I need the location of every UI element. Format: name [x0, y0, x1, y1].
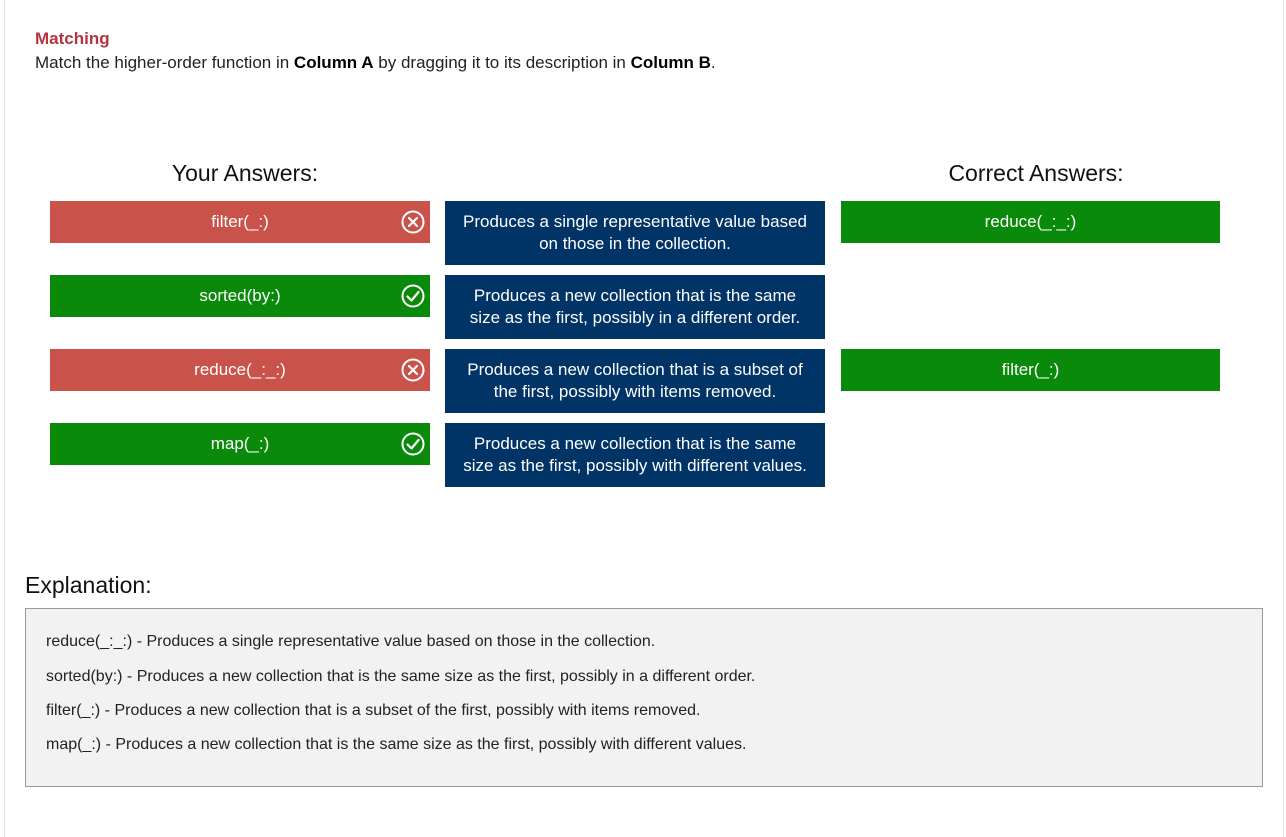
correct-answer-item-3: filter(_:) — [841, 349, 1220, 391]
answer-item-3: reduce(_:_:) — [50, 349, 430, 391]
instruction-column-b: Column B — [630, 53, 711, 72]
explanation-panel: reduce(_:_:) - Produces a single represe… — [25, 608, 1263, 787]
check-circle-icon — [401, 284, 425, 308]
instruction-column-a: Column A — [293, 53, 374, 72]
correct-answers-heading: Correct Answers: — [948, 160, 1124, 186]
x-circle-icon — [401, 210, 425, 234]
description-item-1: Produces a single representative value b… — [445, 201, 825, 265]
explanation-line: map(_:) - Produces a new collection that… — [46, 736, 747, 753]
explanation-line: reduce(_:_:) - Produces a single represe… — [46, 633, 656, 650]
explanation-heading: Explanation: — [25, 572, 152, 598]
instruction-text-3: . — [710, 53, 716, 72]
description-item-2: Produces a new collection that is the sa… — [445, 275, 825, 339]
answer-label: sorted(by:) — [199, 286, 281, 305]
answer-label: map(_:) — [210, 434, 270, 453]
check-circle-icon — [401, 432, 425, 456]
answer-item-4: map(_:) — [50, 423, 430, 465]
explanation-line: sorted(by:) - Produces a new collection … — [46, 668, 756, 685]
instruction-text-2: by dragging it to its description in — [373, 53, 631, 72]
question-instruction: Match the higher-order function in Colum… — [35, 53, 716, 73]
answer-item-2: sorted(by:) — [50, 275, 430, 317]
your-answers-heading: Your Answers: — [171, 160, 319, 186]
answer-item-1: filter(_:) — [50, 201, 430, 243]
description-item-4: Produces a new collection that is the sa… — [445, 423, 825, 487]
question-type-label: Matching — [35, 29, 110, 48]
correct-answer-item-1: reduce(_:_:) — [841, 201, 1220, 243]
answer-label: filter(_:) — [211, 212, 269, 231]
answer-label: reduce(_:_:) — [194, 360, 286, 379]
description-item-3: Produces a new collection that is a subs… — [445, 349, 825, 413]
x-circle-icon — [401, 358, 425, 382]
explanation-line: filter(_:) - Produces a new collection t… — [46, 702, 701, 719]
instruction-text-1: Match the higher-order function in — [35, 53, 294, 72]
